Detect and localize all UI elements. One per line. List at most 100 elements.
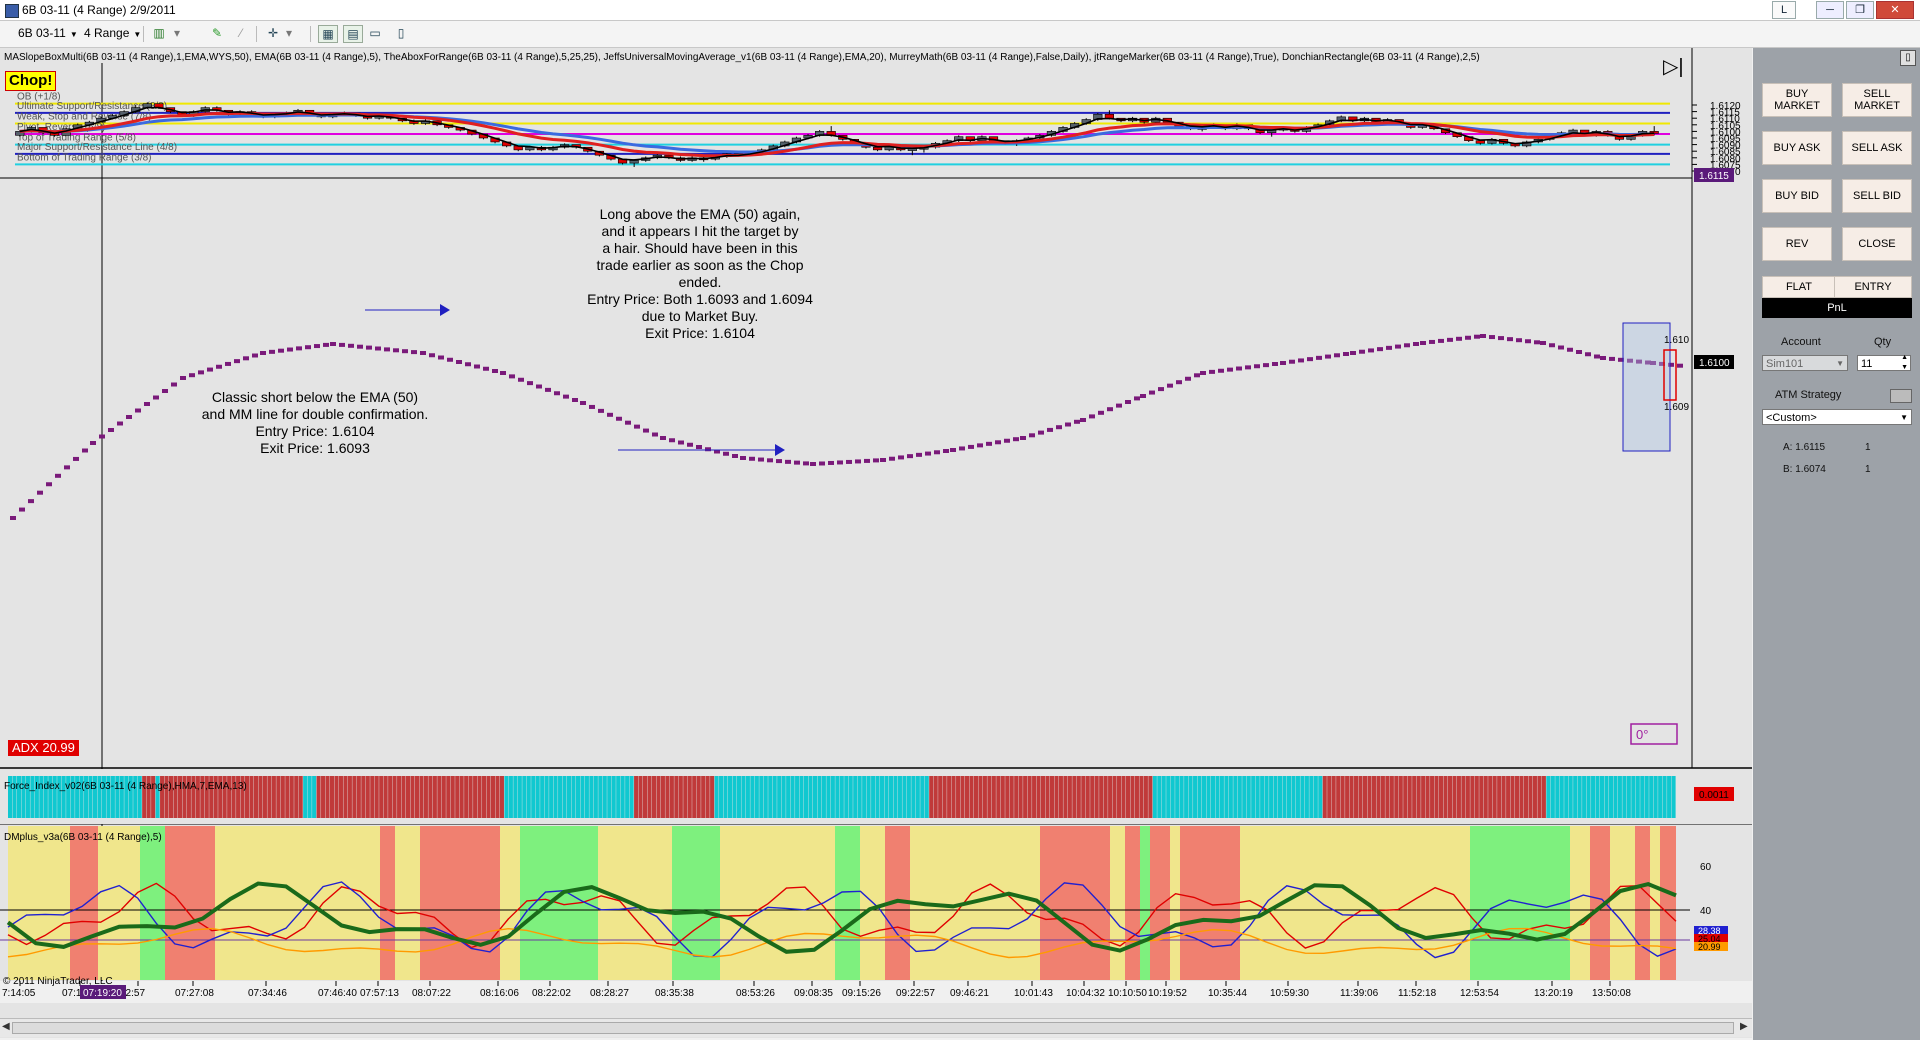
- qty-stepper-icon[interactable]: ▲ ▼: [1901, 353, 1908, 373]
- force-index-bar: [786, 776, 791, 818]
- force-index-bar: [611, 776, 616, 818]
- force-index-bar: [674, 776, 679, 818]
- time-tick-label: 7:14:05: [2, 988, 36, 999]
- ema50-dot: [153, 395, 159, 400]
- force-index-bar: [258, 776, 263, 818]
- ema50-dot: [925, 451, 931, 456]
- time-tick-label: 08:07:22: [412, 988, 451, 999]
- ema50-dot: [732, 454, 738, 458]
- force-index-bar: [598, 776, 603, 818]
- toolbar-divider: [143, 26, 144, 42]
- force-index-bar: [531, 776, 536, 818]
- force-index-bar: [379, 776, 384, 818]
- draw-tool-icon[interactable]: ⁄: [232, 25, 250, 41]
- chevron-down-icon[interactable]: ▾: [280, 25, 298, 41]
- ema50-dot: [705, 447, 711, 452]
- ema50-dot: [393, 348, 399, 353]
- force-index-bar: [1658, 776, 1663, 818]
- ema50-dot: [1307, 357, 1313, 362]
- strategies-icon[interactable]: ▤: [343, 25, 363, 43]
- ema50-dot: [1567, 347, 1573, 352]
- atm-properties-button[interactable]: [1890, 389, 1912, 403]
- sell-market-button[interactable]: SELL MARKET: [1842, 83, 1912, 117]
- force-index-bar: [477, 776, 482, 818]
- account-select[interactable]: Sim101 ▼: [1762, 355, 1848, 371]
- reverse-button[interactable]: REV: [1762, 227, 1832, 261]
- ema50-dot: [1316, 355, 1322, 360]
- ema50-dot: [64, 465, 70, 470]
- ema50-dot: [278, 348, 284, 353]
- instrument-selector[interactable]: 6B 03-11 ▼: [18, 25, 78, 41]
- force-index-bar: [759, 776, 764, 818]
- ema50-dot: [1209, 369, 1215, 374]
- force-index-bar: [1233, 776, 1238, 818]
- scroll-left-icon[interactable]: ◀: [2, 1021, 10, 1032]
- ema50-dot: [28, 499, 34, 504]
- close-position-button[interactable]: CLOSE: [1842, 227, 1912, 261]
- scroll-right-icon[interactable]: ▶: [1740, 1021, 1748, 1032]
- horizontal-scrollbar[interactable]: ◀ ▶: [0, 1018, 1752, 1037]
- ema50-dot: [1585, 352, 1591, 357]
- force-index-bar: [929, 776, 934, 818]
- force-index-bar: [1282, 776, 1287, 818]
- panel-resize-icon[interactable]: ▯: [1900, 50, 1916, 66]
- force-index-bar: [1117, 776, 1122, 818]
- minimize-button[interactable]: ─: [1816, 1, 1844, 19]
- force-index-bar: [558, 776, 563, 818]
- ema50-dot: [696, 445, 702, 449]
- price-chart-area[interactable]: OB (+1/8) Ultimate Support/Resistance (8/…: [0, 48, 1752, 1038]
- sell-ask-button[interactable]: SELL ASK: [1842, 131, 1912, 165]
- close-button[interactable]: ✕: [1876, 1, 1914, 19]
- candle-down: [1475, 140, 1485, 144]
- buy-bid-button[interactable]: BUY BID: [1762, 179, 1832, 213]
- force-index-bar: [522, 776, 527, 818]
- force-index-bar: [732, 776, 737, 818]
- ema50-dot: [171, 382, 177, 387]
- dmplus-band: [1570, 826, 1590, 980]
- force-index-bar: [1608, 776, 1613, 818]
- properties-icon[interactable]: ▭: [366, 25, 384, 41]
- ema50-dot: [1272, 362, 1278, 366]
- force-index-bar: [392, 776, 397, 818]
- force-index-bar: [781, 776, 786, 818]
- chevron-down-icon[interactable]: ▾: [168, 25, 186, 41]
- force-index-bar: [410, 776, 415, 818]
- annotation-long-line: and it appears I hit the target by: [602, 223, 799, 239]
- qty-input[interactable]: 11 ▲ ▼: [1857, 353, 1911, 373]
- draw-line-icon[interactable]: ✎: [208, 25, 226, 41]
- bid-qty-label: 1: [1865, 464, 1871, 475]
- force-index-bar: [1546, 776, 1551, 818]
- restore-button[interactable]: ❐: [1846, 1, 1874, 19]
- force-index-bar: [1161, 776, 1166, 818]
- force-index-bar: [692, 776, 697, 818]
- link-button[interactable]: L: [1772, 1, 1796, 19]
- ema50-dot: [1377, 347, 1383, 352]
- scroll-thumb[interactable]: [12, 1022, 1734, 1034]
- force-index-bar: [1349, 776, 1354, 818]
- force-index-bar: [1148, 776, 1153, 818]
- ema50-dot: [968, 444, 974, 449]
- atm-strategy-select[interactable]: <Custom> ▼: [1762, 409, 1912, 425]
- time-tick-label: 10:19:52: [1148, 988, 1187, 999]
- chart-canvas[interactable]: OB (+1/8)Ultimate Support/Resistance (8/…: [0, 48, 1752, 1038]
- bar-style-icon[interactable]: ▥: [150, 25, 168, 41]
- force-index-bar: [1094, 776, 1099, 818]
- ema50-dot: [643, 428, 649, 433]
- ema50-dot: [456, 360, 462, 364]
- period-selector[interactable]: 4 Range ▼: [84, 25, 141, 41]
- force-index-bar: [1599, 776, 1605, 818]
- buy-ask-button[interactable]: BUY ASK: [1762, 131, 1832, 165]
- chart-trader-icon[interactable]: ▯: [392, 25, 410, 41]
- buy-market-button[interactable]: BUY MARKET: [1762, 83, 1832, 117]
- ema50-dot: [1600, 356, 1606, 360]
- force-index-bar: [906, 776, 911, 818]
- force-index-bar: [374, 776, 379, 818]
- ema50-dot: [943, 449, 949, 453]
- force-index-bar: [571, 776, 576, 818]
- force-index-bar: [897, 776, 902, 818]
- force-index-bar: [651, 776, 657, 818]
- indicators-icon[interactable]: ▦: [318, 25, 338, 43]
- qty-label: Qty: [1874, 336, 1892, 348]
- sell-bid-button[interactable]: SELL BID: [1842, 179, 1912, 213]
- force-index-bar: [1112, 776, 1117, 818]
